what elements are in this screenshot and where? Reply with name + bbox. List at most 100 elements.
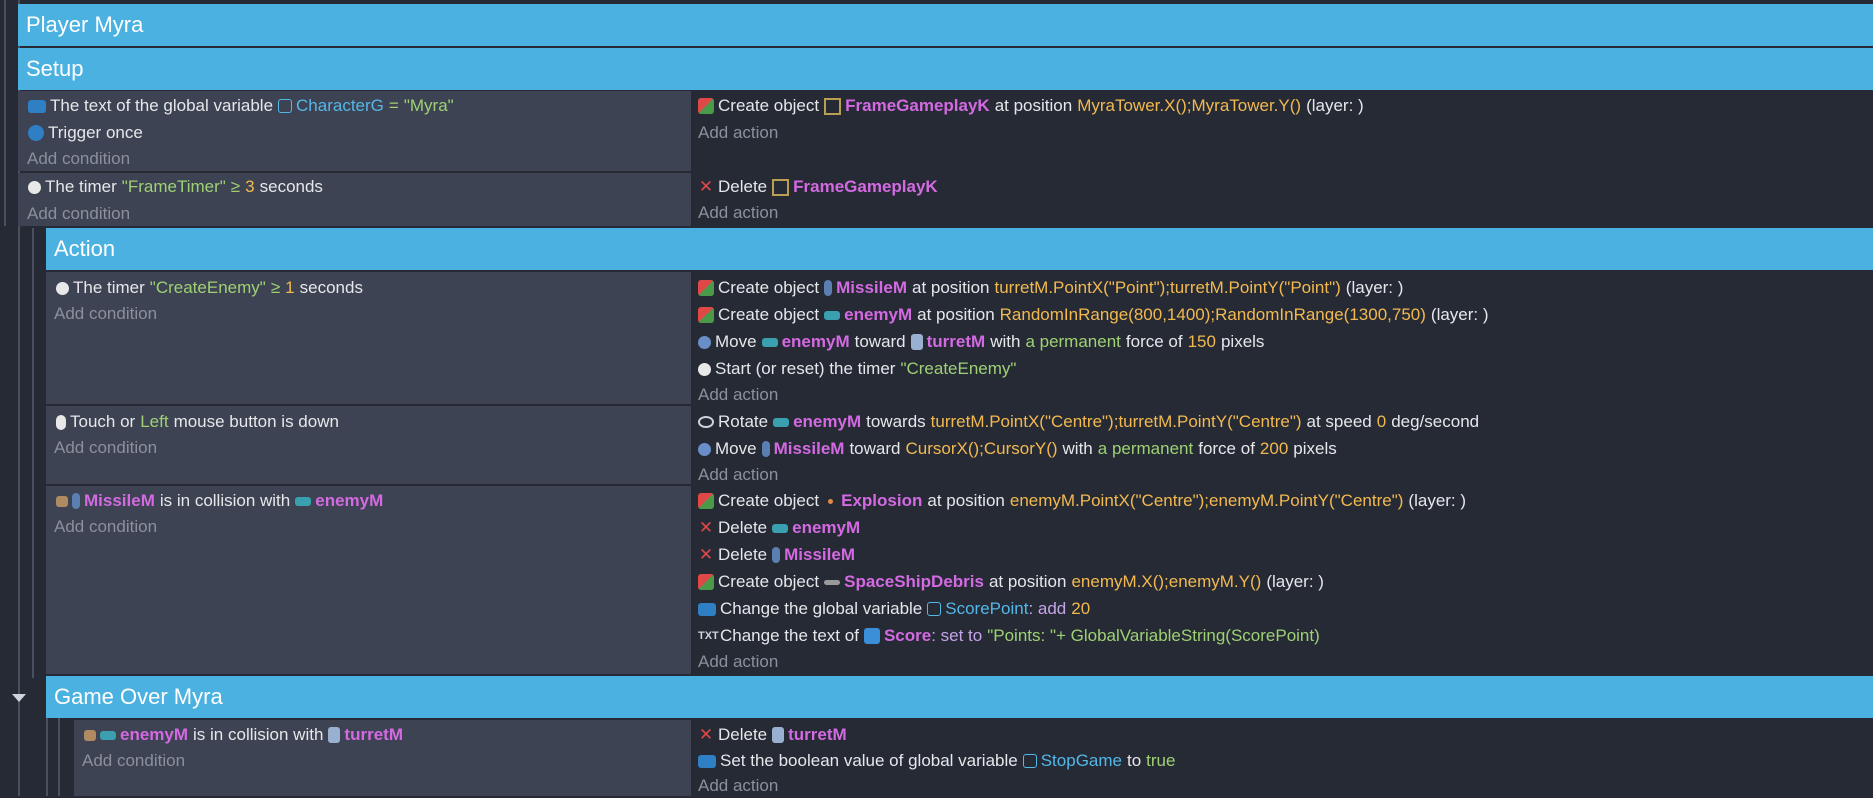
force-type[interactable]: a permanent bbox=[1025, 329, 1120, 355]
add-condition-link[interactable]: Add condition bbox=[54, 515, 157, 539]
force-type[interactable]: a permanent bbox=[1098, 436, 1193, 462]
condition-row[interactable]: Trigger once bbox=[28, 120, 143, 146]
add-condition-link[interactable]: Add condition bbox=[54, 302, 157, 326]
event-conditions[interactable]: MissileM is in collision with enemyM Add… bbox=[46, 486, 691, 674]
event-conditions[interactable]: Touch or Left mouse button is down Add c… bbox=[46, 406, 691, 484]
action-row[interactable]: Create object Explosion at position enem… bbox=[698, 488, 1466, 514]
add-action-link[interactable]: Add action bbox=[698, 463, 778, 487]
action-row[interactable]: Move MissileM toward CursorX();CursorY()… bbox=[698, 436, 1337, 462]
action-row[interactable]: ✕ Delete enemyM bbox=[698, 515, 860, 541]
add-action-link[interactable]: Add action bbox=[698, 201, 778, 225]
condition-row[interactable]: enemyM is in collision with turretM bbox=[84, 722, 403, 748]
action-row[interactable]: Rotate enemyM towards turretM.PointX("Ce… bbox=[698, 409, 1479, 435]
variable-name[interactable]: CharacterG bbox=[296, 93, 384, 119]
timer-name[interactable]: "CreateEnemy" bbox=[150, 275, 266, 301]
add-action-link[interactable]: Add action bbox=[698, 383, 778, 407]
object-name[interactable]: Explosion bbox=[841, 488, 922, 514]
event-actions[interactable]: Create object MissileM at position turre… bbox=[692, 272, 1873, 404]
add-condition-link[interactable]: Add condition bbox=[82, 749, 185, 773]
timer-name[interactable]: "FrameTimer" bbox=[122, 174, 226, 200]
action-row[interactable]: Create object enemyM at position RandomI… bbox=[698, 302, 1489, 328]
number-value[interactable]: 0 bbox=[1377, 409, 1386, 435]
number-value[interactable]: 1 bbox=[285, 275, 294, 301]
object-name[interactable]: enemyM bbox=[782, 329, 850, 355]
position-expression[interactable]: turretM.PointX("Centre");turretM.PointY(… bbox=[931, 409, 1302, 435]
condition-row[interactable]: Touch or Left mouse button is down bbox=[56, 409, 339, 435]
number-value[interactable]: 20 bbox=[1071, 596, 1090, 622]
condition-row[interactable]: MissileM is in collision with enemyM bbox=[56, 488, 383, 514]
event-conditions[interactable]: The timer "FrameTimer" ≥ 3 seconds Add c… bbox=[18, 173, 691, 226]
add-condition-link[interactable]: Add condition bbox=[27, 147, 130, 171]
event-conditions[interactable]: The timer "CreateEnemy" ≥ 1 seconds Add … bbox=[46, 272, 691, 404]
timer-name[interactable]: "CreateEnemy" bbox=[900, 356, 1016, 382]
event-conditions[interactable]: The text of the global variable Characte… bbox=[18, 91, 691, 171]
condition-row[interactable]: The timer "CreateEnemy" ≥ 1 seconds bbox=[56, 275, 363, 301]
string-value[interactable]: "Myra" bbox=[404, 93, 454, 119]
object-name[interactable]: MissileM bbox=[836, 275, 907, 301]
variable-name[interactable]: ScorePoint bbox=[945, 596, 1028, 622]
event-conditions[interactable]: enemyM is in collision with turretM Add … bbox=[74, 720, 691, 796]
object-name[interactable]: enemyM bbox=[120, 722, 188, 748]
action-row[interactable]: Create object SpaceShipDebris at positio… bbox=[698, 569, 1324, 595]
object-name[interactable]: enemyM bbox=[792, 515, 860, 541]
condition-row[interactable]: The text of the global variable Characte… bbox=[28, 93, 454, 119]
condition-row[interactable]: The timer "FrameTimer" ≥ 3 seconds bbox=[28, 174, 323, 200]
group-player-myra[interactable]: Player Myra bbox=[18, 4, 1873, 46]
object-name[interactable]: MissileM bbox=[774, 436, 845, 462]
object-name[interactable]: Score bbox=[884, 623, 931, 649]
action-row[interactable]: TXT Change the text of Score : set to "P… bbox=[698, 623, 1320, 649]
object-name[interactable]: turretM bbox=[927, 329, 986, 355]
position-expression[interactable]: turretM.PointX("Point");turretM.PointY("… bbox=[994, 275, 1340, 301]
number-value[interactable]: 200 bbox=[1260, 436, 1288, 462]
object-name[interactable]: enemyM bbox=[315, 488, 383, 514]
layer-text: (layer: ) bbox=[1306, 96, 1364, 115]
event-actions[interactable]: ✕ Delete turretM Set the boolean value o… bbox=[692, 720, 1873, 796]
action-text: Delete bbox=[718, 725, 768, 744]
group-setup[interactable]: Setup bbox=[18, 48, 1873, 90]
object-name[interactable]: enemyM bbox=[793, 409, 861, 435]
action-row[interactable]: Create object MissileM at position turre… bbox=[698, 275, 1403, 301]
collapse-toggle-icon[interactable] bbox=[12, 694, 26, 702]
add-condition-link[interactable]: Add condition bbox=[54, 436, 157, 460]
action-row[interactable]: Change the global variable ScorePoint : … bbox=[698, 596, 1090, 622]
object-name[interactable]: SpaceShipDebris bbox=[844, 569, 984, 595]
number-value[interactable]: 3 bbox=[245, 174, 254, 200]
action-row[interactable]: ✕ Delete MissileM bbox=[698, 542, 855, 568]
object-name[interactable]: FrameGameplayK bbox=[793, 174, 938, 200]
action-row[interactable]: Set the boolean value of global variable… bbox=[698, 748, 1175, 774]
timer-icon bbox=[56, 281, 69, 295]
add-action-link[interactable]: Add action bbox=[698, 774, 778, 798]
add-action-link[interactable]: Add action bbox=[698, 121, 778, 145]
event-actions[interactable]: ✕ Delete FrameGameplayK Add action bbox=[692, 173, 1873, 226]
variable-name[interactable]: StopGame bbox=[1041, 748, 1122, 774]
action-row[interactable]: Create object FrameGameplayK at position… bbox=[698, 93, 1364, 119]
object-name[interactable]: turretM bbox=[788, 722, 847, 748]
variable-icon bbox=[698, 754, 716, 768]
position-expression[interactable]: enemyM.PointX("Centre");enemyM.PointY("C… bbox=[1010, 488, 1404, 514]
event-actions[interactable]: Create object FrameGameplayK at position… bbox=[692, 91, 1873, 171]
event-actions[interactable]: Rotate enemyM towards turretM.PointX("Ce… bbox=[692, 406, 1873, 484]
group-game-over-myra[interactable]: Game Over Myra bbox=[46, 676, 1873, 718]
position-expression[interactable]: MyraTower.X();MyraTower.Y() bbox=[1077, 93, 1301, 119]
object-name[interactable]: turretM bbox=[344, 722, 403, 748]
event-actions[interactable]: Create object Explosion at position enem… bbox=[692, 486, 1873, 674]
object-name[interactable]: FrameGameplayK bbox=[845, 93, 990, 119]
boolean-value[interactable]: true bbox=[1146, 748, 1175, 774]
group-action[interactable]: Action bbox=[46, 228, 1873, 270]
object-name[interactable]: enemyM bbox=[844, 302, 912, 328]
action-row[interactable]: ✕ Delete turretM bbox=[698, 722, 847, 748]
action-row[interactable]: Start (or reset) the timer "CreateEnemy" bbox=[698, 356, 1016, 382]
add-condition-link[interactable]: Add condition bbox=[27, 202, 130, 226]
mouse-button[interactable]: Left bbox=[140, 409, 168, 435]
condition-text: is in collision with bbox=[159, 491, 291, 510]
position-expression[interactable]: enemyM.X();enemyM.Y() bbox=[1071, 569, 1261, 595]
action-row[interactable]: ✕ Delete FrameGameplayK bbox=[698, 174, 938, 200]
position-expression[interactable]: CursorX();CursorY() bbox=[905, 436, 1057, 462]
add-action-link[interactable]: Add action bbox=[698, 650, 778, 674]
number-value[interactable]: 150 bbox=[1188, 329, 1216, 355]
object-name[interactable]: MissileM bbox=[784, 542, 855, 568]
action-row[interactable]: Move enemyM toward turretM with a perman… bbox=[698, 329, 1264, 355]
object-name[interactable]: MissileM bbox=[84, 488, 155, 514]
text-expression[interactable]: "Points: "+ GlobalVariableString(ScorePo… bbox=[987, 623, 1320, 649]
position-expression[interactable]: RandomInRange(800,1400);RandomInRange(13… bbox=[1000, 302, 1426, 328]
